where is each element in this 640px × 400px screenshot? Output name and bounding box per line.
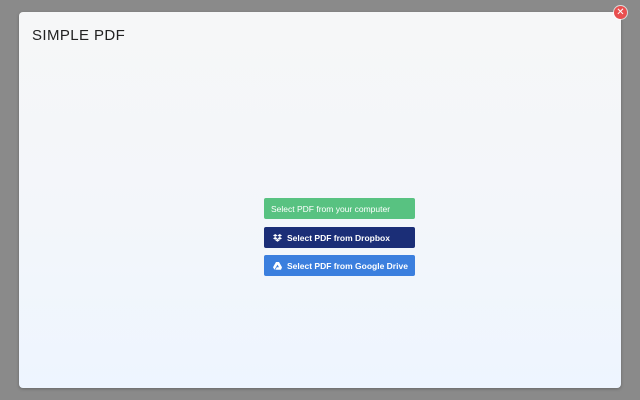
select-pdf-gdrive-label: Select PDF from Google Drive bbox=[287, 260, 408, 271]
select-pdf-local-button[interactable]: Select PDF from your computer bbox=[264, 198, 415, 219]
dropbox-icon bbox=[272, 233, 282, 243]
close-icon: ✕ bbox=[616, 7, 625, 18]
select-pdf-dropbox-label: Select PDF from Dropbox bbox=[287, 232, 390, 243]
select-pdf-gdrive-button[interactable]: Select PDF from Google Drive bbox=[264, 255, 415, 276]
select-pdf-local-label: Select PDF from your computer bbox=[271, 203, 391, 214]
modal-dialog: SIMPLE PDF Select PDF from your computer… bbox=[19, 12, 621, 388]
google-drive-icon bbox=[272, 261, 282, 271]
app-title: SIMPLE PDF bbox=[32, 27, 126, 44]
close-button[interactable]: ✕ bbox=[614, 6, 627, 19]
select-pdf-dropbox-button[interactable]: Select PDF from Dropbox bbox=[264, 227, 415, 248]
